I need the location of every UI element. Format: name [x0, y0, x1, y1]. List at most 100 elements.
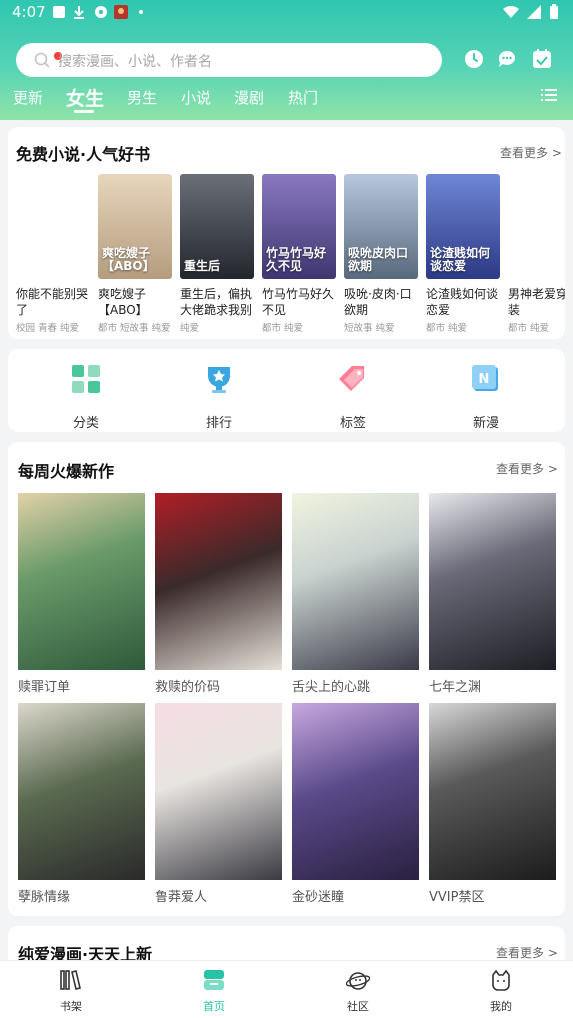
novel-item[interactable]: 你能不能别哭了 校园 青春 纯爱 [16, 174, 92, 334]
signal-icon [527, 5, 541, 19]
app-avatar-icon [114, 5, 128, 19]
ranking-entry[interactable]: 排行 [179, 364, 259, 431]
novel-title: 男神老爱穿女装 [508, 287, 565, 317]
novel-title: 竹马竹马好久不见 [262, 287, 335, 317]
nav-community-label: 社区 [347, 1000, 369, 1013]
menu-icon[interactable] [541, 88, 557, 102]
status-bar: 4:07 [0, 0, 573, 26]
novel-title: 吸吮·皮肉·口欲期 [344, 287, 412, 317]
novel-cover-text: 爽吃嫂子【ABO】 [102, 245, 155, 273]
novel-tags: 都市 短故事 纯爱 [98, 323, 171, 334]
bookshelf-icon [60, 970, 81, 990]
tag-label: 标签 [339, 416, 366, 431]
manga-cover [429, 703, 556, 880]
manga-title: VVIP禁区 [429, 890, 485, 905]
tab-novel[interactable]: 小说 [181, 87, 211, 108]
manga-title: 七年之渊 [429, 680, 482, 695]
novel-item[interactable]: 爽吃嫂子【ABO】 爽吃嫂子【ABO】 都市 短故事 纯爱 [98, 174, 174, 334]
new-manga-entry[interactable]: N 新漫 [446, 364, 526, 431]
manga-title: 鲁莽爱人 [155, 890, 208, 905]
manga-item[interactable]: VVIP禁区 [429, 703, 556, 905]
more-dot-icon [139, 10, 143, 14]
tab-popular[interactable]: 热门 [288, 87, 318, 108]
novel-tags: 校园 青春 纯爱 [16, 323, 80, 334]
manga-item[interactable]: 救赎的价码 [155, 493, 282, 695]
ranking-label: 排行 [205, 416, 232, 431]
wifi-icon [503, 5, 519, 19]
novel-cover [508, 174, 565, 279]
novel-title: 你能不能别哭了 [16, 287, 89, 317]
novel-cover [16, 174, 90, 279]
category-icon [72, 365, 100, 393]
novel-item[interactable]: 竹马竹马好久不见 竹马竹马好久不见 都市 纯爱 [262, 174, 338, 334]
nav-community[interactable]: 社区 [328, 969, 388, 1014]
manga-cover [292, 493, 419, 670]
message-icon[interactable] [496, 48, 518, 70]
nav-home[interactable]: 首页 [184, 969, 244, 1014]
novel-cover: 爽吃嫂子【ABO】 [98, 174, 172, 279]
novel-title: 重生后，偏执大佬跪求我别 [180, 287, 253, 317]
novel-item[interactable]: 吸吮皮肉口欲期 吸吮·皮肉·口欲期 短故事 纯爱 [344, 174, 420, 334]
novel-tags: 都市 纯爱 [508, 323, 550, 334]
nav-profile[interactable]: 我的 [471, 969, 531, 1014]
download-icon [74, 6, 84, 19]
manga-cover [155, 703, 282, 880]
novel-item[interactable]: 论渣贱如何谈恋爱 论渣贱如何谈恋爱 都市 纯爱 [426, 174, 502, 334]
manga-cover [429, 493, 556, 670]
svg-text:N: N [479, 372, 490, 387]
bottom-navigation: 书架 首页 社区 我的 [0, 960, 573, 1018]
novel-cover-text: 重生后 [184, 258, 221, 273]
novel-item[interactable]: 男神老爱穿女装 都市 纯爱 [508, 174, 565, 344]
novel-tags: 短故事 纯爱 [344, 323, 395, 334]
novel-cover: 论渣贱如何谈恋爱 [426, 174, 500, 279]
manga-title: 救赎的价码 [155, 680, 221, 695]
nav-bookshelf[interactable]: 书架 [41, 969, 101, 1014]
tab-animated-manga[interactable]: 漫剧 [234, 87, 264, 108]
manga-item[interactable]: 舌尖上的心跳 [292, 493, 419, 695]
manga-title: 金砂迷瞳 [292, 890, 345, 905]
manga-item[interactable]: 赎罪订单 [18, 493, 145, 695]
tab-male[interactable]: 男生 [127, 87, 157, 108]
novel-item[interactable]: 重生后 重生后，偏执大佬跪求我别 纯爱 [180, 174, 256, 334]
manga-item[interactable]: 金砂迷瞳 [292, 703, 419, 905]
manga-cover [18, 703, 145, 880]
manga-item[interactable]: 鲁莽爱人 [155, 703, 282, 905]
novel-title: 爽吃嫂子【ABO】 [98, 287, 148, 317]
novel-cover-text: 竹马竹马好久不见 [266, 245, 327, 273]
search-icon [34, 52, 50, 68]
history-icon[interactable] [463, 48, 485, 70]
battery-icon [550, 4, 558, 19]
novel-cover: 竹马竹马好久不见 [262, 174, 336, 279]
manga-title: 孽脉情缘 [18, 890, 71, 905]
new-manga-icon: N [472, 365, 498, 391]
weekly-more-link[interactable]: 查看更多 > [496, 460, 558, 477]
tag-entry[interactable]: 标签 [313, 364, 393, 431]
novel-cover-text: 论渣贱如何谈恋爱 [430, 245, 491, 273]
status-time: 4:07 [12, 3, 46, 21]
nav-home-label: 首页 [203, 1000, 225, 1013]
nav-profile-label: 我的 [490, 1000, 512, 1013]
novels-more-link[interactable]: 查看更多 > [500, 144, 562, 161]
novel-cover: 重生后 [180, 174, 254, 279]
weekly-section-title: 每周火爆新作 [18, 462, 115, 481]
trophy-icon [208, 367, 230, 393]
manga-item[interactable]: 七年之渊 [429, 493, 556, 695]
manga-cover [292, 703, 419, 880]
daily-more-link[interactable]: 查看更多 > [496, 944, 558, 961]
manga-title: 舌尖上的心跳 [292, 680, 371, 695]
manga-cover [155, 493, 282, 670]
active-tab-indicator [74, 110, 94, 113]
tab-female[interactable]: 女生 [66, 84, 104, 111]
search-input[interactable]: 搜索漫画、小说、作者名 [16, 43, 442, 77]
profile-icon [492, 969, 510, 991]
home-icon [204, 970, 224, 990]
new-manga-label: 新漫 [472, 416, 499, 431]
tab-update[interactable]: 更新 [13, 87, 43, 108]
novel-tags: 都市 纯爱 [426, 323, 468, 334]
nav-bookshelf-label: 书架 [60, 1000, 82, 1013]
checkin-icon[interactable] [531, 48, 553, 70]
novels-section-title: 免费小说·人气好书 [16, 145, 151, 164]
category-entry[interactable]: 分类 [46, 364, 126, 431]
manga-item[interactable]: 孽脉情缘 [18, 703, 145, 905]
novel-cover-text: 吸吮皮肉口欲期 [348, 245, 409, 273]
